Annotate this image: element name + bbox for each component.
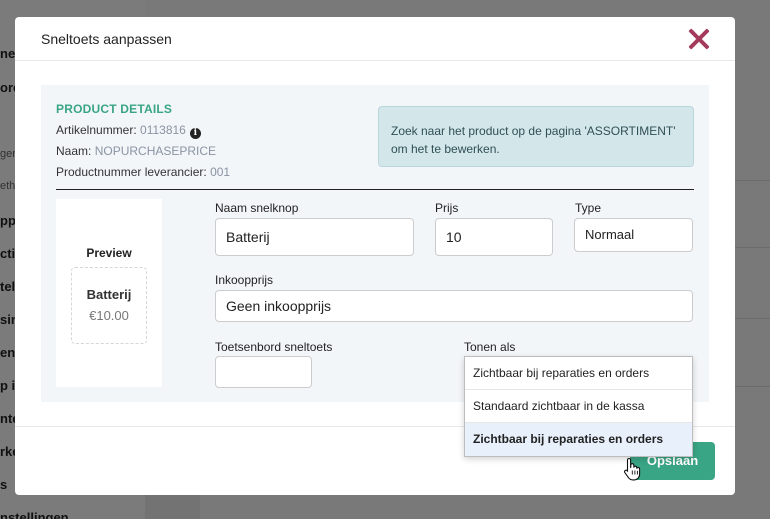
tonen-als-dropdown[interactable]: Zichtbaar bij reparaties en orders Stand… xyxy=(464,356,693,457)
leverancier-value: 001 xyxy=(210,165,231,179)
hand-cursor-icon xyxy=(624,457,641,481)
dropdown-option[interactable]: Standaard zichtbaar in de kassa xyxy=(465,390,692,423)
product-details-title: PRODUCT DETAILS xyxy=(56,102,173,116)
artikelnummer-value: 0113816 xyxy=(140,123,186,137)
dropdown-option[interactable]: Zichtbaar bij reparaties en orders xyxy=(465,357,692,390)
info-icon[interactable]: i xyxy=(189,128,201,139)
artikelnummer-line: Artikelnummer: 0113816 i xyxy=(56,123,201,139)
naam-line: Naam: NOPURCHASEPRICE xyxy=(56,144,217,158)
preview-price: €10.00 xyxy=(89,308,129,323)
toetsenbord-sneltoets-label: Toetsenbord sneltoets xyxy=(215,340,333,354)
prijs-label: Prijs xyxy=(435,201,459,215)
dropdown-option-highlighted[interactable]: Zichtbaar bij reparaties en orders xyxy=(465,423,692,456)
type-select[interactable]: Normaal xyxy=(574,218,693,252)
toetsenbord-sneltoets-input[interactable] xyxy=(215,356,312,388)
inkoopprijs-label: Inkoopprijs xyxy=(215,273,274,287)
preview-box: Preview Batterij €10.00 xyxy=(56,199,162,387)
info-notice: Zoek naar het product op de pagina 'ASSO… xyxy=(378,106,694,167)
close-icon[interactable] xyxy=(687,27,711,51)
preview-label: Preview xyxy=(86,246,132,260)
preview-button: Batterij €10.00 xyxy=(71,267,147,344)
type-label: Type xyxy=(575,201,602,215)
divider xyxy=(56,189,694,190)
modal-header: Sneltoets aanpassen xyxy=(15,17,735,61)
inkoopprijs-input[interactable]: Geen inkoopprijs xyxy=(215,290,693,322)
naam-value: NOPURCHASEPRICE xyxy=(94,144,217,158)
naam-snelknop-label: Naam snelknop xyxy=(215,201,299,215)
naam-snelknop-input[interactable]: Batterij xyxy=(215,218,414,256)
preview-name: Batterij xyxy=(86,287,132,302)
prijs-input[interactable]: 10 xyxy=(435,218,553,256)
modal-title: Sneltoets aanpassen xyxy=(41,31,172,47)
leverancier-line: Productnummer leverancier: 001 xyxy=(56,165,231,179)
tonen-als-label: Tonen als xyxy=(464,340,516,354)
edit-shortcut-modal: Sneltoets aanpassen PRODUCT DETAILS Arti… xyxy=(15,17,735,495)
